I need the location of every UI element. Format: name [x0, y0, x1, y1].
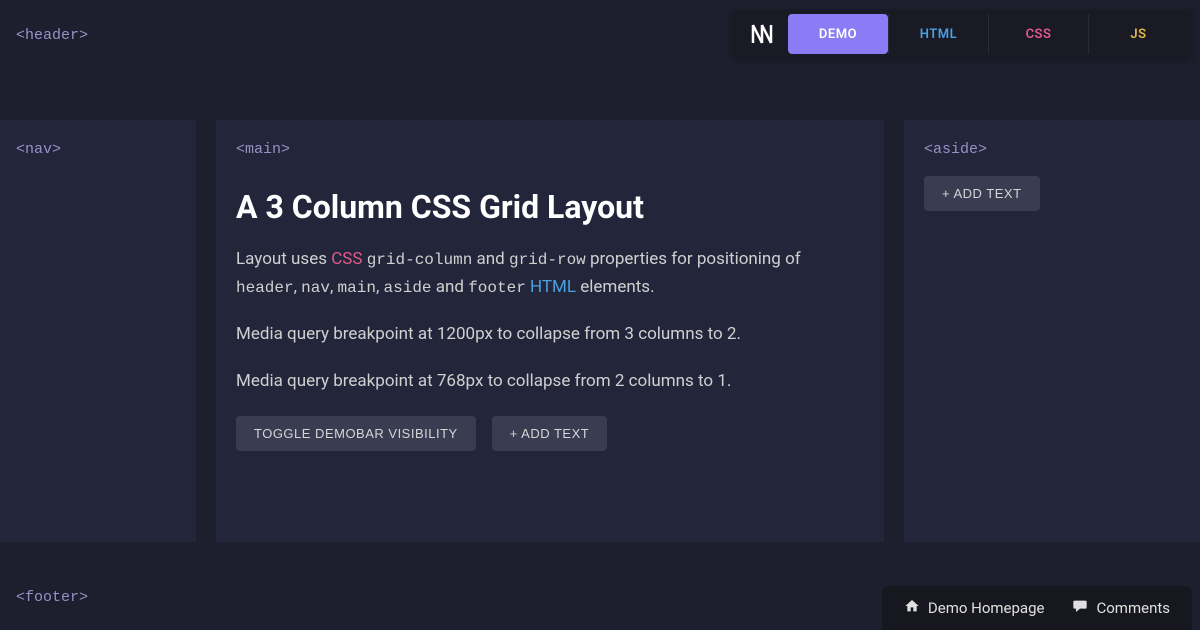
code-nav: nav — [301, 279, 330, 297]
code-footer: footer — [468, 279, 526, 297]
code-grid-column: grid-column — [367, 251, 473, 269]
nav-tag-label: <nav> — [16, 141, 61, 158]
add-text-button-main[interactable]: + ADD TEXT — [492, 416, 608, 451]
demo-homepage-label: Demo Homepage — [928, 599, 1045, 617]
layout-aside: <aside> + ADD TEXT — [904, 120, 1200, 542]
code-header: header — [236, 279, 294, 297]
tab-html[interactable]: HTML — [888, 14, 988, 54]
bottom-bar: Demo Homepage Comments — [882, 586, 1192, 630]
add-text-button-aside[interactable]: + ADD TEXT — [924, 176, 1040, 211]
code-main: main — [338, 279, 376, 297]
comments-label: Comments — [1096, 599, 1170, 617]
footer-tag-label: <footer> — [16, 589, 88, 606]
home-icon — [904, 598, 920, 618]
page-title: A 3 Column CSS Grid Layout — [236, 188, 864, 226]
intro-para-3: Media query breakpoint at 768px to colla… — [236, 368, 864, 395]
comments-link[interactable]: Comments — [1072, 598, 1170, 618]
main-tag-label: <main> — [236, 141, 290, 158]
intro-para-2: Media query breakpoint at 1200px to coll… — [236, 321, 864, 348]
link-html[interactable]: HTML — [530, 277, 576, 297]
toggle-demobar-button[interactable]: TOGGLE DEMOBAR VISIBILITY — [236, 416, 476, 451]
tab-css[interactable]: CSS — [988, 14, 1088, 54]
code-aside: aside — [384, 279, 432, 297]
tab-js[interactable]: JS — [1088, 14, 1188, 54]
tab-demo[interactable]: DEMO — [788, 14, 888, 54]
intro-para-1: Layout uses CSS grid-column and grid-row… — [236, 246, 864, 301]
demobar-logo-icon[interactable] — [744, 16, 780, 52]
layout-main: <main> A 3 Column CSS Grid Layout Layout… — [216, 120, 884, 542]
comments-icon — [1072, 598, 1088, 618]
demobar: DEMO HTML CSS JS — [732, 10, 1192, 58]
layout-nav: <nav> — [0, 120, 196, 542]
header-tag-label: <header> — [16, 27, 88, 44]
link-css[interactable]: CSS — [331, 249, 362, 269]
demo-homepage-link[interactable]: Demo Homepage — [904, 598, 1045, 618]
code-grid-row: grid-row — [509, 251, 586, 269]
aside-tag-label: <aside> — [924, 141, 987, 158]
